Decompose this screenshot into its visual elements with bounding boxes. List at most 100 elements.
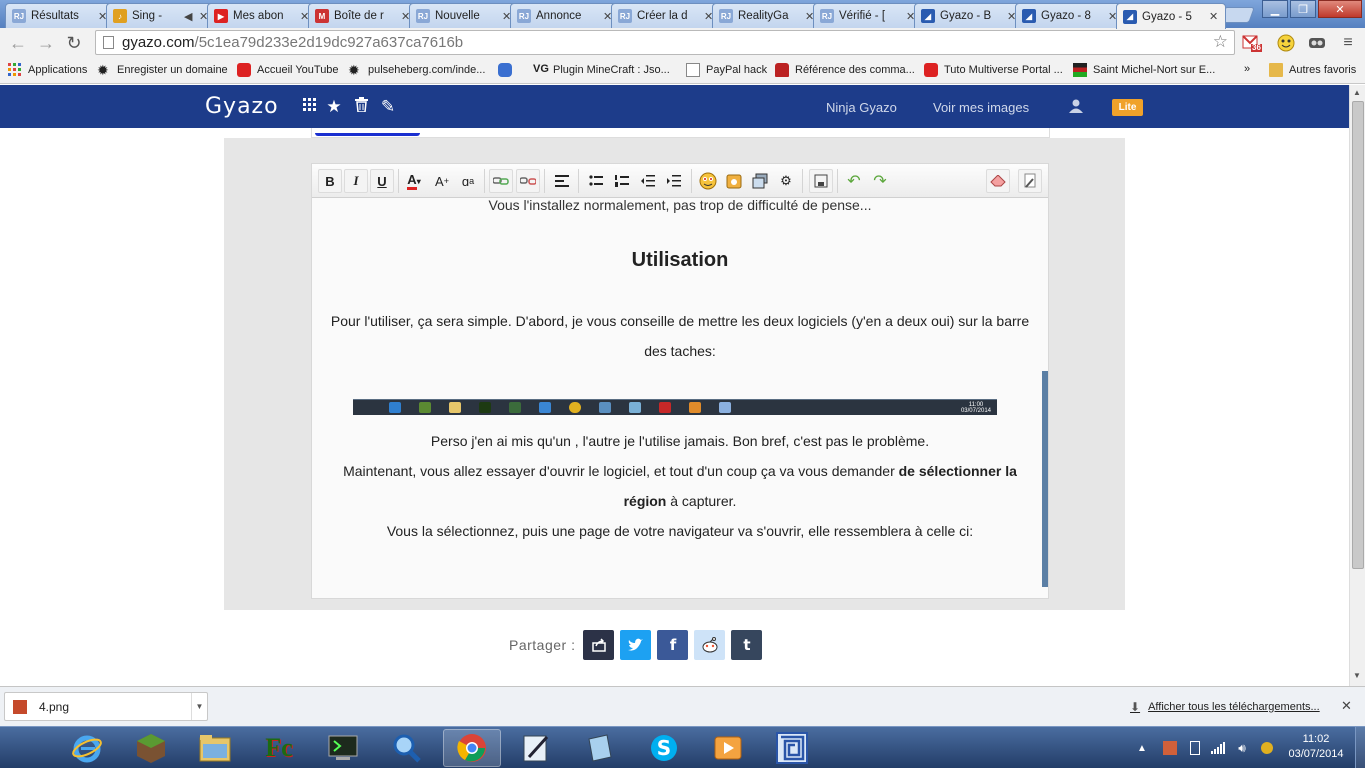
tab-10[interactable]: ◢ Gyazo - B ✕ (914, 3, 1024, 28)
share-label: Partager : (509, 637, 576, 653)
chevron-down-icon[interactable]: ▼ (191, 693, 207, 720)
scrollbar-thumb[interactable] (1352, 101, 1364, 569)
notepad-mini-icon (599, 402, 611, 413)
tab-9[interactable]: RJ Vérifié - [ ✕ (813, 3, 923, 28)
youtube-icon (924, 63, 938, 77)
embedded-taskbar-image: 11:00 03/07/2014 (353, 399, 997, 415)
tab-8[interactable]: RJ RealityGa ✕ (712, 3, 822, 28)
tab-2[interactable]: ♪ Sing - ◀ ✕ (106, 3, 216, 28)
window-close-button[interactable]: ✕ (1318, 0, 1362, 18)
tab-1[interactable]: RJ Résultats ✕ (5, 3, 115, 28)
paragraph-4: Vous la sélectionnez, puis une page de v… (386, 523, 974, 539)
menu-icon[interactable]: ≡ (1338, 33, 1358, 53)
share-reddit-button[interactable] (694, 630, 726, 660)
show-all-downloads-link[interactable]: ⬇ Afficher tous les téléchargements... (1130, 700, 1320, 714)
gmail-icon: M (315, 9, 329, 23)
twitter-icon (627, 638, 643, 651)
blue-tab-indicator (315, 133, 420, 136)
trash-icon[interactable] (351, 97, 371, 117)
tab-4[interactable]: M Boîte de r ✕ (308, 3, 418, 28)
facebook-icon: f (669, 636, 677, 654)
nav-link-ninja-gyazo[interactable]: Ninja Gyazo (826, 100, 897, 115)
fc-icon[interactable]: Fc (250, 729, 308, 767)
show-desktop-button[interactable] (1355, 727, 1365, 768)
tray-expand-icon[interactable]: ▲ (1135, 727, 1149, 768)
underline-icon: U (370, 169, 394, 193)
paragraph-1: Pour l'utiliser, ça sera simple. D'abord… (330, 313, 1030, 359)
share-tumblr-button[interactable]: t (731, 630, 763, 660)
tray-chrome-icon[interactable] (1257, 727, 1277, 768)
smiley-extension-icon[interactable] (1276, 33, 1296, 53)
media-player-icon[interactable] (699, 729, 757, 767)
bookmark-plugin-minecraft[interactable]: VG Plugin MineCraft : Jso... (533, 63, 670, 77)
bookmark-paypal-hack[interactable]: PayPal hack (686, 63, 767, 77)
tab-5[interactable]: RJ Nouvelle ✕ (409, 3, 519, 28)
pencil-icon[interactable]: ✎ (378, 97, 398, 117)
terminal-icon[interactable] (314, 729, 372, 767)
forward-arrow-icon[interactable]: → (36, 33, 56, 53)
tab-11[interactable]: ◢ Gyazo - 8 ✕ (1015, 3, 1125, 28)
tray-app-icon[interactable] (1160, 727, 1180, 768)
address-bar[interactable]: gyazo.com /5c1ea79d233e2d19dc927a637ca76… (95, 30, 1235, 55)
close-icon[interactable]: ✕ (1341, 698, 1352, 714)
tab-title: Gyazo - 5 (1142, 10, 1192, 23)
scroll-up-icon[interactable]: ▲ (1353, 88, 1361, 97)
reload-icon[interactable]: ↻ (64, 33, 84, 53)
user-icon[interactable] (1066, 98, 1086, 118)
lite-badge[interactable]: Lite (1112, 99, 1143, 116)
skype-icon[interactable]: S (635, 729, 693, 767)
nav-link-voir-mes-images[interactable]: Voir mes images (933, 100, 1029, 115)
toolbar-separator (837, 169, 838, 193)
scroll-down-icon[interactable]: ▼ (1353, 671, 1361, 680)
restore-button[interactable]: ❐ (1290, 0, 1316, 18)
bookmark-tuto-multiverse[interactable]: Tuto Multiverse Portal ... (924, 63, 1063, 77)
book-icon[interactable] (571, 729, 629, 767)
share-export-button[interactable] (583, 630, 615, 660)
section-heading: Utilisation (631, 249, 729, 271)
gear-icon: ✹ (348, 62, 360, 78)
tray-device-icon[interactable] (1185, 727, 1205, 768)
system-clock[interactable]: 11:02 03/07/2014 (1284, 732, 1348, 762)
download-item[interactable]: 4.png ▼ (4, 692, 208, 721)
internet-explorer-icon[interactable] (58, 729, 116, 767)
bookmark-pulseheberg[interactable]: ✹ pulseheberg.com/inde... (348, 63, 485, 77)
minecraft-icon[interactable] (122, 729, 180, 767)
youtube-icon (237, 63, 251, 77)
other-bookmarks-folder[interactable]: Autres favoris (1269, 63, 1356, 77)
tab-6[interactable]: RJ Annonce ✕ (510, 3, 620, 28)
clock-time: 11:02 (1302, 733, 1330, 745)
close-icon[interactable]: ✕ (1209, 10, 1219, 23)
vg-icon: VG (533, 63, 549, 75)
grid-icon[interactable] (300, 97, 320, 117)
search-icon[interactable] (378, 729, 436, 767)
gmail-extension-icon[interactable]: 36 (1242, 33, 1262, 53)
bookmark-star-icon[interactable]: ☆ (1213, 32, 1228, 52)
tab-3[interactable]: ▶ Mes abon ✕ (207, 3, 317, 28)
gyazo-logo[interactable]: Gyazo (205, 94, 279, 119)
maze-icon[interactable] (763, 729, 821, 767)
bookmark-label: Tuto Multiverse Portal ... (944, 64, 1063, 76)
bookmark-saint-michel[interactable]: Saint Michel-Nort sur E... (1073, 63, 1215, 77)
file-explorer-icon[interactable] (186, 729, 244, 767)
bookmark-applications[interactable]: Applications (8, 63, 87, 77)
share-facebook-button[interactable]: f (657, 630, 689, 660)
bookmark-gamepad[interactable] (498, 63, 512, 77)
minimize-button[interactable]: ▁ (1262, 0, 1288, 18)
tab-12-active[interactable]: ◢ Gyazo - 5 ✕ (1116, 3, 1226, 29)
back-arrow-icon[interactable]: ← (8, 33, 28, 53)
bookmark-enregistrer-domaine[interactable]: ✹ Enregister un domaine (97, 63, 228, 77)
bookmarks-bar: Applications ✹ Enregister un domaine Acc… (0, 58, 1365, 84)
bookmark-accueil-youtube[interactable]: Accueil YouTube (237, 63, 339, 77)
chrome-icon[interactable] (443, 729, 501, 767)
tab-7[interactable]: RJ Créer la d ✕ (611, 3, 721, 28)
notepad-icon[interactable] (507, 729, 565, 767)
bookmark-reference-commandes[interactable]: Référence des comma... (775, 63, 915, 77)
network-signal-icon[interactable] (1208, 727, 1228, 768)
share-twitter-button[interactable] (620, 630, 652, 660)
bookmarks-more-button[interactable]: » (1244, 63, 1250, 75)
page-scrollbar[interactable]: ▲ ▼ (1349, 85, 1365, 686)
volume-icon[interactable]: 🔊︎ (1232, 727, 1252, 768)
star-icon[interactable]: ★ (324, 97, 344, 117)
music-icon: ♪ (113, 9, 127, 23)
extension-icon[interactable] (1307, 33, 1327, 53)
